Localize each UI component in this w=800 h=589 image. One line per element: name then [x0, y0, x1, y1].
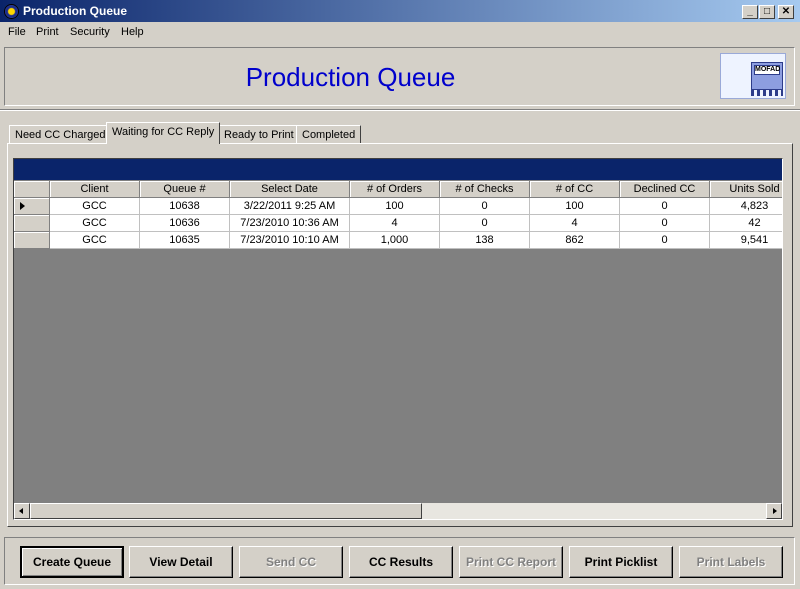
- arrow-right-icon: [773, 508, 777, 514]
- cell-units-sold[interactable]: 4,823: [710, 198, 782, 215]
- row-selector[interactable]: [14, 232, 50, 249]
- column-header-declined-cc[interactable]: Declined CC: [620, 181, 710, 198]
- tab-need-cc-charged[interactable]: Need CC Charged: [9, 125, 112, 143]
- menu-help[interactable]: Help: [121, 26, 144, 38]
- cell-client[interactable]: GCC: [50, 198, 140, 215]
- row-pointer-icon: [20, 202, 25, 210]
- column-header-units-sold[interactable]: Units Sold: [710, 181, 782, 198]
- separator: [0, 109, 800, 111]
- menu-security[interactable]: Security: [70, 26, 110, 38]
- cell-units-sold[interactable]: 9,541: [710, 232, 782, 249]
- minimize-button[interactable]: _: [742, 5, 758, 19]
- grid-header-row: Client Queue # Select Date # of Orders #…: [14, 181, 782, 198]
- cell-orders[interactable]: 1,000: [350, 232, 440, 249]
- app-icon[interactable]: [4, 4, 19, 19]
- send-cc-button[interactable]: Send CC: [239, 546, 343, 578]
- scroll-left-button[interactable]: [14, 503, 30, 519]
- cell-select-date[interactable]: 3/22/2011 9:25 AM: [230, 198, 350, 215]
- tab-ready-to-print[interactable]: Ready to Print: [218, 125, 300, 143]
- cell-orders[interactable]: 4: [350, 215, 440, 232]
- cell-cc[interactable]: 4: [530, 215, 620, 232]
- column-header-orders[interactable]: # of Orders: [350, 181, 440, 198]
- column-header-select-date[interactable]: Select Date: [230, 181, 350, 198]
- cell-select-date[interactable]: 7/23/2010 10:36 AM: [230, 215, 350, 232]
- grid-caption-bar: [14, 159, 782, 180]
- logo-dots: [751, 90, 783, 96]
- table-row[interactable]: GCC 10636 7/23/2010 10:36 AM 4 0 4 0 42: [14, 215, 782, 232]
- cell-cc[interactable]: 100: [530, 198, 620, 215]
- arrow-left-icon: [19, 508, 23, 514]
- logo: MOFAD: [720, 53, 786, 99]
- cell-client[interactable]: GCC: [50, 232, 140, 249]
- row-selector-header: [14, 181, 50, 198]
- window-title: Production Queue: [23, 4, 128, 18]
- cc-results-button[interactable]: CC Results: [349, 546, 453, 578]
- tab-waiting-for-cc-reply[interactable]: Waiting for CC Reply: [106, 122, 221, 144]
- close-button[interactable]: ✕: [778, 5, 794, 19]
- menu-bar: File Print Security Help: [0, 22, 800, 42]
- cell-queue[interactable]: 10636: [140, 215, 230, 232]
- cell-cc[interactable]: 862: [530, 232, 620, 249]
- menu-print[interactable]: Print: [36, 26, 59, 38]
- print-labels-button[interactable]: Print Labels: [679, 546, 783, 578]
- maximize-button[interactable]: □: [759, 5, 775, 19]
- row-selector[interactable]: [14, 215, 50, 232]
- column-header-client[interactable]: Client: [50, 181, 140, 198]
- print-picklist-button[interactable]: Print Picklist: [569, 546, 673, 578]
- cell-client[interactable]: GCC: [50, 215, 140, 232]
- page-title: Production Queue: [245, 62, 456, 92]
- logo-text: MOFAD: [754, 65, 781, 75]
- cell-queue[interactable]: 10635: [140, 232, 230, 249]
- create-queue-button[interactable]: Create Queue: [20, 546, 124, 578]
- horizontal-scrollbar[interactable]: [14, 503, 782, 519]
- view-detail-button[interactable]: View Detail: [129, 546, 233, 578]
- cell-checks[interactable]: 138: [440, 232, 530, 249]
- cell-checks[interactable]: 0: [440, 215, 530, 232]
- cell-queue[interactable]: 10638: [140, 198, 230, 215]
- column-header-checks[interactable]: # of Checks: [440, 181, 530, 198]
- logo-mark: MOFAD: [751, 62, 783, 90]
- title-bar: Production Queue _ □ ✕: [0, 0, 800, 22]
- cell-declined-cc[interactable]: 0: [620, 198, 710, 215]
- print-cc-report-button[interactable]: Print CC Report: [459, 546, 563, 578]
- cell-checks[interactable]: 0: [440, 198, 530, 215]
- cell-orders[interactable]: 100: [350, 198, 440, 215]
- cell-units-sold[interactable]: 42: [710, 215, 782, 232]
- column-header-cc[interactable]: # of CC: [530, 181, 620, 198]
- scroll-thumb[interactable]: [30, 503, 422, 519]
- cell-select-date[interactable]: 7/23/2010 10:10 AM: [230, 232, 350, 249]
- cell-declined-cc[interactable]: 0: [620, 215, 710, 232]
- tab-completed[interactable]: Completed: [296, 125, 362, 143]
- menu-file[interactable]: File: [8, 26, 26, 38]
- row-selector[interactable]: [14, 198, 50, 215]
- header-panel: Production Queue MOFAD: [4, 47, 795, 106]
- scroll-right-button[interactable]: [766, 503, 782, 519]
- queue-grid[interactable]: Client Queue # Select Date # of Orders #…: [13, 158, 783, 520]
- column-header-queue[interactable]: Queue #: [140, 181, 230, 198]
- cell-declined-cc[interactable]: 0: [620, 232, 710, 249]
- table-row[interactable]: GCC 10635 7/23/2010 10:10 AM 1,000 138 8…: [14, 232, 782, 249]
- table-row[interactable]: GCC 10638 3/22/2011 9:25 AM 100 0 100 0 …: [14, 198, 782, 215]
